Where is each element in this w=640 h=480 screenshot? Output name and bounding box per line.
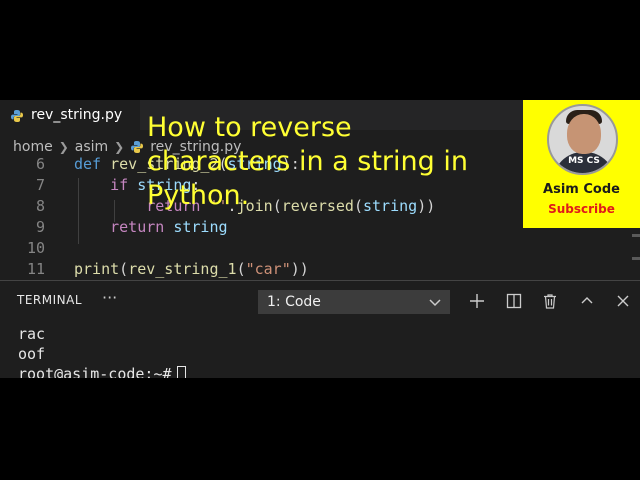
video-title-line: How to reverse [147, 112, 352, 143]
tab-label: rev_string.py [31, 107, 123, 123]
trash-icon[interactable] [540, 291, 560, 311]
line-number: 7 [35, 176, 45, 194]
video-title-line: characters in a string in [147, 146, 468, 177]
code-line: 10 [0, 237, 640, 259]
code-text: print(rev_string_1("car")) [74, 258, 309, 280]
terminal-output-line: oof [18, 345, 46, 363]
chevron-right-icon: ❯ [58, 140, 69, 154]
panel-header: TERMINAL ··· 1: Code [0, 281, 640, 321]
line-number: 11 [26, 260, 45, 278]
code-token: print [74, 260, 120, 278]
python-icon [10, 108, 24, 122]
scrollbar-marker [632, 257, 640, 260]
code-line: 11 print(rev_string_1("car")) [0, 258, 640, 280]
code-token: if [110, 176, 138, 194]
avatar-face [567, 114, 601, 154]
chevron-up-icon[interactable] [577, 291, 597, 311]
breadcrumb-asim[interactable]: asim [75, 139, 108, 155]
code-text: return string [74, 216, 228, 238]
video-title: How to reverse characters in a string in… [147, 111, 527, 213]
video-title-line: Python. [147, 180, 250, 211]
tab-terminal[interactable]: TERMINAL [17, 293, 82, 307]
channel-badge[interactable]: MS CS Asim Code Subscribe [523, 100, 640, 228]
terminal-cursor [176, 366, 186, 378]
terminal-select-value: 1: Code [267, 294, 321, 310]
scrollbar-marker [632, 234, 640, 237]
line-number: 10 [26, 239, 45, 257]
code-token: return [110, 218, 174, 236]
split-icon[interactable] [504, 291, 524, 311]
terminal-prompt: root@asim-code:~# [18, 365, 172, 378]
avatar-shirt-text: MS CS [568, 156, 600, 166]
terminal-select[interactable]: 1: Code [258, 290, 450, 314]
chevron-down-icon [428, 295, 442, 309]
channel-name: Asim Code [543, 182, 620, 197]
terminal-output-line: rac [18, 325, 46, 343]
subscribe-label[interactable]: Subscribe [523, 202, 640, 216]
code-token: ( [119, 260, 129, 278]
code-token: )) [290, 260, 309, 278]
plus-icon[interactable] [467, 291, 487, 311]
line-number: 9 [35, 218, 45, 236]
more-actions-icon[interactable]: ··· [102, 288, 117, 307]
tab-rev-string[interactable]: rev_string.py [0, 100, 140, 130]
chevron-right-icon: ❯ [114, 140, 125, 154]
terminal-panel: TERMINAL ··· 1: Code rac oof root@asim-c… [0, 280, 640, 378]
avatar: MS CS [547, 104, 618, 175]
code-token: string [173, 218, 228, 236]
code-token: "car" [245, 260, 291, 278]
code-token: ( [236, 260, 246, 278]
terminal-prompt-line[interactable]: root@asim-code:~# [18, 364, 186, 378]
breadcrumb-home[interactable]: home [13, 139, 53, 155]
line-number: 6 [35, 156, 45, 173]
code-token: rev_string_1 [128, 260, 237, 278]
line-number: 8 [35, 197, 45, 215]
close-icon[interactable] [613, 291, 633, 311]
python-icon [130, 140, 144, 154]
code-token: def [74, 156, 111, 173]
